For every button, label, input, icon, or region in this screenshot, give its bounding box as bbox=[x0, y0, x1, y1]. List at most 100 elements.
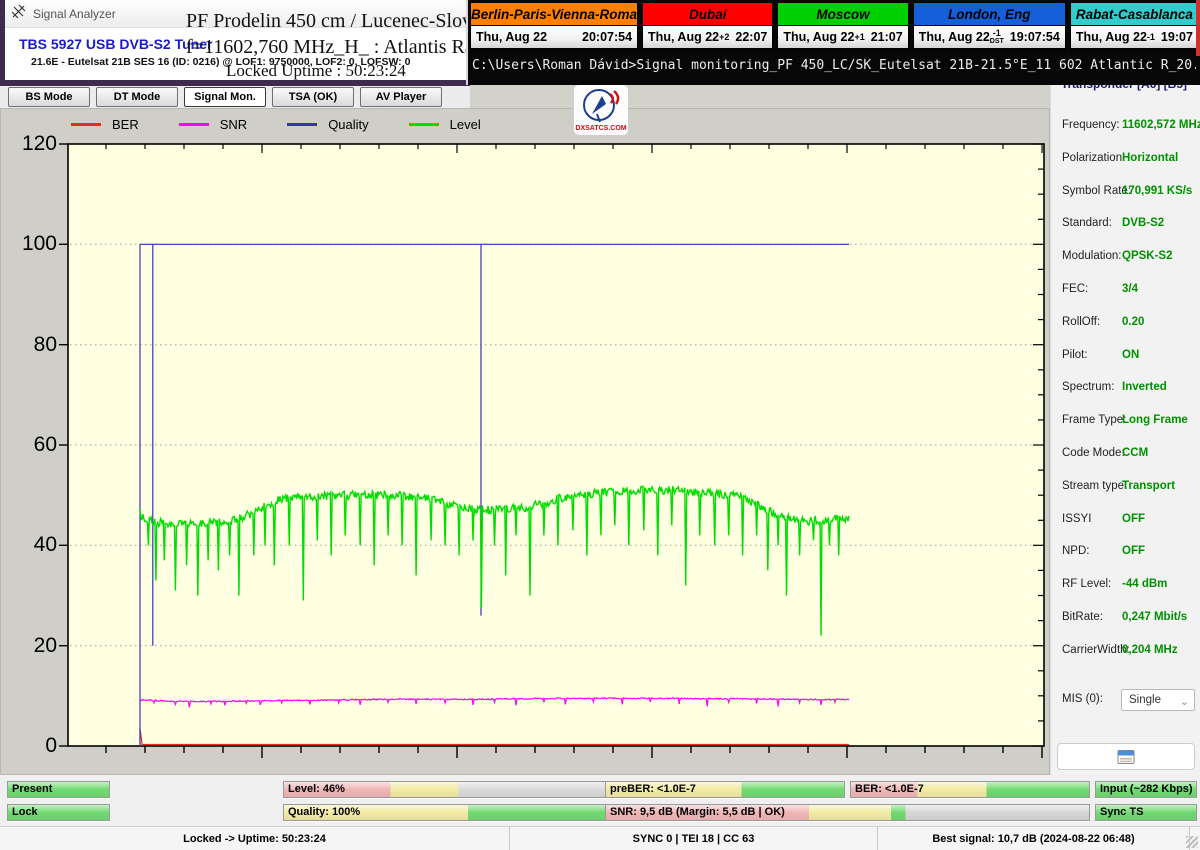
mode-tab[interactable]: TSA (OK) bbox=[272, 87, 354, 107]
legend-label: Quality bbox=[328, 117, 368, 132]
tab-label: TSA (OK) bbox=[289, 91, 337, 103]
world-clock: Berlin-Paris-Vienna-Roma Thu, Aug 22 20:… bbox=[470, 2, 638, 50]
parameter-row: NPD: OFF bbox=[1051, 542, 1200, 562]
clock-time: 19:07:54 bbox=[1010, 30, 1060, 44]
y-axis-label: 20 bbox=[1, 635, 57, 657]
parameter-label: Pilot: bbox=[1062, 349, 1088, 361]
parameter-label: Symbol Rate: bbox=[1062, 185, 1131, 197]
frequency-service: f=11602,760 MHz_H_ : Atlantis Radio bbox=[186, 36, 446, 59]
y-axis-label: 100 bbox=[1, 233, 57, 255]
parameter-row: Code Mode: CCM bbox=[1051, 444, 1200, 464]
clock-time-row: Thu, Aug 22 20:07:54 bbox=[471, 26, 637, 48]
parameter-row: Stream type: Transport bbox=[1051, 477, 1200, 497]
clock-time: 20:07:54 bbox=[582, 30, 632, 44]
legend-line-swatch bbox=[71, 123, 101, 126]
terminal-command-line[interactable]: C:\Users\Roman Dávid>Signal monitoring_P… bbox=[472, 58, 1196, 73]
preber-bar: preBER: <1.0E-7 bbox=[605, 781, 845, 798]
signal-analyzer-window: { "window": { "title": "Signal Analyzer"… bbox=[0, 0, 1200, 850]
parameter-label: FEC: bbox=[1062, 283, 1088, 295]
parameter-label: Stream type: bbox=[1062, 480, 1127, 492]
app-icon bbox=[11, 4, 26, 24]
background-window-edge bbox=[1196, 0, 1200, 56]
monitoring-header: PF Prodelin 450 cm / Lucenec-Slovakia f=… bbox=[186, 10, 446, 81]
clock-date: Thu, Aug 22 bbox=[919, 30, 990, 44]
parameter-value: Inverted bbox=[1122, 381, 1167, 393]
clock-city-label: Rabat-Casablanca bbox=[1071, 3, 1198, 26]
clock-city-label: Dubai bbox=[643, 3, 772, 26]
tab-label: DT Mode bbox=[114, 91, 160, 103]
parameter-label: Spectrum: bbox=[1062, 381, 1114, 393]
status-best-signal: Best signal: 10,7 dB (2024-08-22 06:48) bbox=[878, 827, 1190, 850]
window-title: Signal Analyzer bbox=[33, 7, 116, 21]
parameter-row: Frequency: 11602,572 MHz bbox=[1051, 116, 1200, 136]
parameter-label: CarrierWidth: bbox=[1062, 644, 1130, 656]
clock-time: 21:07 bbox=[871, 30, 903, 44]
clock-city-label: London, Eng bbox=[914, 3, 1065, 26]
dxsatcs-logo: DXSATCS.COM bbox=[573, 84, 629, 136]
parameter-row: RF Level: -44 dBm bbox=[1051, 575, 1200, 595]
legend-line-swatch bbox=[409, 123, 439, 126]
parameter-label: BitRate: bbox=[1062, 611, 1103, 623]
chart-legend: BER SNR Quality Level bbox=[71, 117, 521, 132]
parameter-label: RF Level: bbox=[1062, 578, 1111, 590]
parameter-value: 0.20 bbox=[1122, 316, 1144, 328]
world-clocks: Berlin-Paris-Vienna-Roma Thu, Aug 22 20:… bbox=[470, 2, 1188, 50]
stream-tool-button[interactable] bbox=[1057, 743, 1195, 770]
clock-time-row: Thu, Aug 22 +1 21:07 bbox=[778, 26, 907, 48]
locked-uptime: Locked Uptime : 50:23:24 bbox=[186, 61, 446, 81]
parameter-label: NPD: bbox=[1062, 545, 1089, 557]
parameter-label: Polarization: bbox=[1062, 152, 1125, 164]
parameter-row: RollOff: 0.20 bbox=[1051, 313, 1200, 333]
parameter-value: QPSK-S2 bbox=[1122, 250, 1173, 262]
chevron-down-icon: ⌄ bbox=[1180, 692, 1189, 712]
signal-chart-panel: BER SNR Quality Level 020406080100120 bbox=[0, 108, 1050, 775]
parameter-row: Spectrum: Inverted bbox=[1051, 378, 1200, 398]
clock-time-row: Thu, Aug 22 +2 22:07 bbox=[643, 26, 772, 48]
parameter-value: 3/4 bbox=[1122, 283, 1138, 295]
status-uptime: Locked -> Uptime: 50:23:24 bbox=[0, 827, 510, 850]
clock-utc-offset: -1 DST bbox=[990, 29, 1004, 45]
window-stack-icon bbox=[1117, 750, 1135, 764]
parameter-row: BitRate: 0,247 Mbit/s bbox=[1051, 608, 1200, 628]
status-sync-counters: SYNC 0 | TEI 18 | CC 63 bbox=[510, 827, 878, 850]
mode-tabs: BS Mode DT Mode Signal Mon. TSA (OK) AV … bbox=[8, 87, 442, 107]
mis-selected-value: Single bbox=[1129, 694, 1161, 706]
clock-time-row: Thu, Aug 22 -1 19:07 bbox=[1071, 26, 1198, 48]
status-bar: Locked -> Uptime: 50:23:24 SYNC 0 | TEI … bbox=[0, 826, 1200, 850]
mode-tab[interactable]: AV Player bbox=[360, 87, 442, 107]
tab-label: Signal Mon. bbox=[194, 91, 256, 103]
tab-strip: BS Mode DT Mode Signal Mon. TSA (OK) AV … bbox=[0, 86, 470, 108]
parameter-value: DVB-S2 bbox=[1122, 217, 1164, 229]
legend-line-swatch bbox=[287, 123, 317, 126]
parameter-label: ISSYI bbox=[1062, 513, 1091, 525]
level-bar: Level: 46% bbox=[283, 781, 608, 798]
y-axis-label: 0 bbox=[1, 735, 57, 757]
parameter-row: FEC: 3/4 bbox=[1051, 280, 1200, 300]
parameter-row: Symbol Rate: 170,991 KS/s bbox=[1051, 182, 1200, 202]
parameter-row: ISSYI OFF bbox=[1051, 510, 1200, 530]
parameter-value: 0,247 Mbit/s bbox=[1122, 611, 1187, 623]
clock-date: Thu, Aug 22 bbox=[783, 30, 854, 44]
mode-tab[interactable]: Signal Mon. bbox=[184, 87, 266, 107]
clock-utc-offset: +2 bbox=[719, 33, 729, 42]
panel-filler bbox=[470, 85, 1050, 108]
y-axis-label: 80 bbox=[1, 334, 57, 356]
parameter-value: OFF bbox=[1122, 545, 1145, 557]
parameter-label: Frame Type: bbox=[1062, 414, 1126, 426]
parameter-row: Frame Type: Long Frame bbox=[1051, 411, 1200, 431]
legend-line-swatch bbox=[179, 123, 209, 126]
mode-tab[interactable]: DT Mode bbox=[96, 87, 178, 107]
world-clock: Moscow Thu, Aug 22 +1 21:07 bbox=[777, 2, 908, 50]
resize-grip[interactable] bbox=[1186, 836, 1198, 848]
y-axis-label: 60 bbox=[1, 434, 57, 456]
parameter-row: Modulation: QPSK-S2 bbox=[1051, 247, 1200, 267]
legend-item: SNR bbox=[179, 117, 247, 132]
parameter-row: CarrierWidth: 0,204 MHz bbox=[1051, 641, 1200, 661]
legend-item: Quality bbox=[287, 117, 368, 132]
mis-select[interactable]: Single ⌄ bbox=[1121, 689, 1195, 711]
present-indicator: Present bbox=[7, 781, 110, 798]
parameter-value: 170,991 KS/s bbox=[1122, 185, 1192, 197]
parameter-row: Pilot: ON bbox=[1051, 346, 1200, 366]
legend-item: Level bbox=[409, 117, 481, 132]
mode-tab[interactable]: BS Mode bbox=[8, 87, 90, 107]
